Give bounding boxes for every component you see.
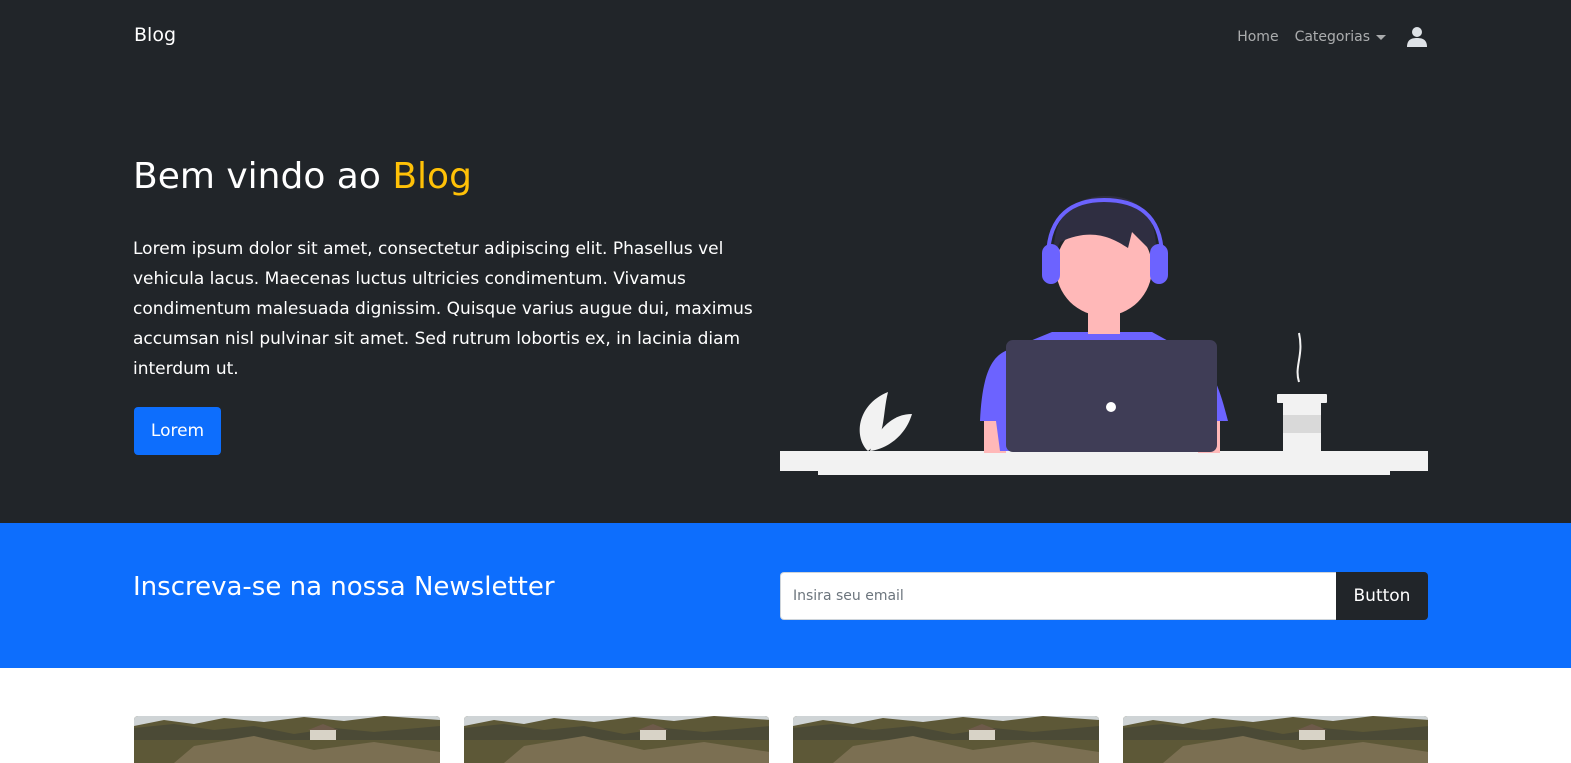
laptop-logo (1106, 402, 1116, 412)
cup-lid (1277, 394, 1327, 403)
hero-title-prefix: Bem vindo ao (133, 156, 393, 197)
post-card[interactable] (1122, 716, 1428, 763)
hero-section: Bem vindo ao Blog Lorem ipsum dolor sit … (0, 72, 1571, 523)
user-icon[interactable] (1406, 26, 1428, 48)
hero-button[interactable]: Lorem (134, 407, 221, 455)
navbar-brand[interactable]: Blog (134, 24, 176, 46)
nav-link-home[interactable]: Home (1237, 29, 1278, 45)
post-card[interactable] (463, 716, 769, 763)
headphone-left (1042, 244, 1060, 284)
subscribe-button[interactable]: Button (1336, 572, 1428, 620)
post-card-image (793, 716, 1099, 763)
email-input[interactable] (780, 572, 1336, 620)
chevron-down-icon (1376, 34, 1386, 40)
post-card-image (463, 716, 769, 763)
cup-band (1283, 415, 1321, 433)
hero-text: Lorem ipsum dolor sit amet, consectetur … (133, 239, 753, 379)
desk-bottom (818, 471, 1390, 475)
post-card[interactable] (793, 716, 1099, 763)
hero-title-accent: Blog (392, 156, 472, 197)
headphone-right (1150, 244, 1168, 284)
steam (1296, 332, 1302, 383)
post-card-image (1122, 716, 1428, 763)
navbar: Blog Home Categorias (0, 0, 1571, 72)
desk-top (780, 451, 1428, 471)
newsletter-title: Inscreva-se na nossa Newsletter (133, 572, 555, 602)
post-card[interactable] (134, 716, 440, 763)
newsletter-section: Inscreva-se na nossa Newsletter Button (0, 523, 1571, 668)
nav-dropdown-categorias[interactable]: Categorias (1295, 29, 1386, 45)
newsletter-form: Button (780, 572, 1428, 620)
posts-grid (134, 716, 1428, 763)
laptop (1006, 340, 1217, 452)
hero-illustration (780, 196, 1428, 475)
nav-link-categorias[interactable]: Categorias (1295, 29, 1370, 45)
nav-links: Home Categorias (1237, 24, 1428, 50)
post-card-image (134, 716, 440, 763)
hero-title: Bem vindo ao Blog (133, 155, 472, 199)
